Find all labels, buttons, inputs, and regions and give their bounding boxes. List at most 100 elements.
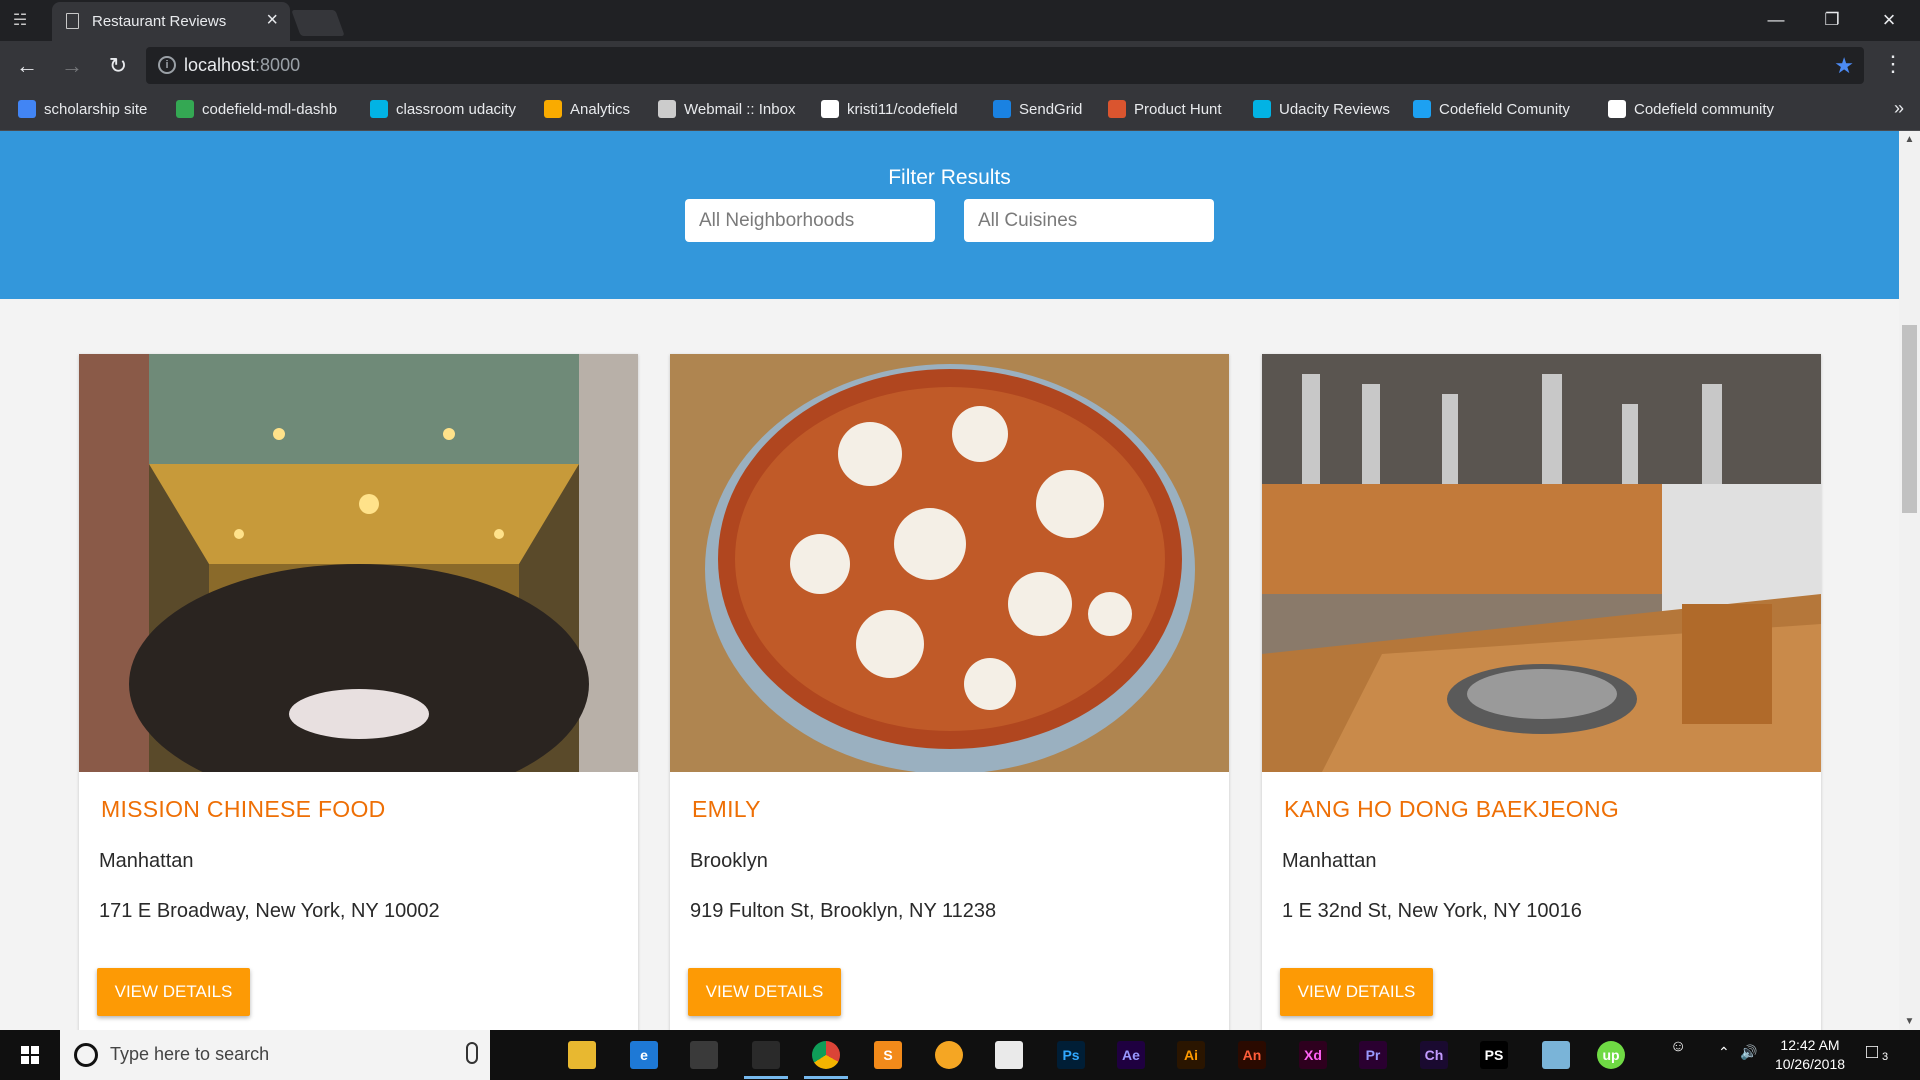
window-close-button[interactable]: × — [1866, 6, 1912, 34]
new-tab-button[interactable] — [291, 10, 345, 36]
browser-titlebar: ☵ Restaurant Reviews × — ❐ × — [0, 0, 1920, 41]
restaurant-name: MISSION CHINESE FOOD — [101, 796, 386, 822]
premiere-icon[interactable]: Pr — [1359, 1041, 1387, 1069]
scroll-thumb[interactable] — [1902, 325, 1917, 513]
notepad-icon[interactable] — [1542, 1041, 1570, 1069]
bookmark-label: classroom udacity — [396, 100, 517, 118]
back-button[interactable]: ← — [12, 51, 42, 81]
restaurant-name: KANG HO DONG BAEKJEONG — [1284, 796, 1620, 822]
cuisines-select[interactable]: All Cuisines — [964, 199, 1214, 242]
filter-section: Filter Results All Neighborhoods All Cui… — [0, 131, 1899, 299]
restaurant-card: KANG HO DONG BAEKJEONG Manhattan 1 E 32n… — [1262, 354, 1821, 1030]
browser-tab[interactable]: Restaurant Reviews × — [52, 2, 290, 41]
bookmark-item[interactable]: Codefield Comunity — [1413, 100, 1570, 118]
bookmark-label: SendGrid — [1019, 100, 1083, 118]
bookmark-label: Analytics — [570, 100, 631, 118]
url-text[interactable]: localhost:8000 — [184, 55, 300, 76]
restaurant-neighborhood: Manhattan — [99, 850, 194, 872]
page-scrollbar[interactable]: ▲ ▼ — [1899, 131, 1920, 1030]
page-viewport: Filter Results All Neighborhoods All Cui… — [0, 131, 1920, 1030]
file-explorer-icon[interactable] — [568, 1041, 596, 1069]
sublime-icon[interactable]: S — [874, 1041, 902, 1069]
upwork-icon[interactable]: up — [1597, 1041, 1625, 1069]
xd-icon[interactable]: Xd — [1299, 1041, 1327, 1069]
animate-icon[interactable]: An — [1238, 1041, 1266, 1069]
illustrator-icon[interactable]: Ai — [1177, 1041, 1205, 1069]
scroll-down-icon[interactable]: ▼ — [1899, 1013, 1920, 1030]
store-icon[interactable] — [690, 1041, 718, 1069]
restaurant-neighborhood: Brooklyn — [690, 850, 768, 872]
bookmark-label: Codefield Comunity — [1439, 100, 1570, 118]
github-icon — [821, 100, 839, 118]
running-indicator — [804, 1076, 848, 1079]
bookmark-item[interactable]: Product Hunt — [1108, 100, 1222, 118]
bookmark-item[interactable]: classroom udacity — [370, 100, 516, 118]
restaurant-card: MISSION CHINESE FOOD Manhattan 171 E Bro… — [79, 354, 638, 1030]
bookmark-item[interactable]: SendGrid — [993, 100, 1082, 118]
bookmark-label: kristi11/codefield — [847, 100, 958, 118]
neighborhoods-select[interactable]: All Neighborhoods — [685, 199, 935, 242]
running-indicator — [744, 1076, 788, 1079]
incognito-icon[interactable]: ☵ — [8, 9, 32, 33]
view-details-button[interactable]: VIEW DETAILS — [97, 968, 250, 1016]
restaurant-name: EMILY — [692, 796, 761, 822]
phpstorm-icon[interactable]: PS — [1480, 1041, 1508, 1069]
analytics-icon — [544, 100, 562, 118]
bookmark-label: Webmail :: Inbox — [684, 100, 796, 118]
start-button[interactable] — [0, 1030, 60, 1080]
taskbar-search[interactable]: Type here to search — [60, 1030, 490, 1080]
task-view-icon[interactable] — [506, 1041, 534, 1069]
git-icon[interactable] — [752, 1041, 780, 1069]
view-details-button[interactable]: VIEW DETAILS — [1280, 968, 1433, 1016]
bookmark-label: scholarship site — [44, 100, 148, 118]
chrome-canary-icon[interactable] — [935, 1041, 963, 1069]
people-icon[interactable]: ☺ — [1670, 1038, 1686, 1056]
edge-icon[interactable]: e — [630, 1041, 658, 1069]
photoshop-icon[interactable]: Ps — [1057, 1041, 1085, 1069]
system-clock[interactable]: 12:42 AM 10/26/2018 — [1755, 1036, 1865, 1074]
chrome-icon[interactable] — [812, 1041, 840, 1069]
reload-button[interactable]: ↻ — [103, 51, 133, 81]
minimize-button[interactable]: — — [1753, 6, 1799, 34]
scroll-up-icon[interactable]: ▲ — [1899, 131, 1920, 148]
bookmark-star-icon[interactable]: ★ — [1834, 53, 1854, 79]
info-icon[interactable]: i — [158, 56, 176, 74]
notification-icon[interactable]: □ 3 — [1866, 1041, 1892, 1067]
udacity-icon — [1253, 100, 1271, 118]
bookmark-item[interactable]: scholarship site — [18, 100, 147, 118]
bookmarks-overflow-icon[interactable]: » — [1894, 98, 1904, 119]
microphone-icon[interactable] — [466, 1042, 478, 1064]
restore-button[interactable]: ❐ — [1809, 6, 1855, 34]
close-icon[interactable]: × — [266, 9, 278, 32]
bookmark-item[interactable]: Analytics — [544, 100, 630, 118]
chevron-up-icon[interactable]: ⌃ — [1718, 1044, 1730, 1061]
character-animator-icon[interactable]: Ch — [1420, 1041, 1448, 1069]
document-icon — [66, 13, 79, 29]
bookmark-item[interactable]: codefield-mdl-dashb — [176, 100, 337, 118]
clock-date: 10/26/2018 — [1774, 1056, 1846, 1072]
bookmark-label: Codefield community — [1634, 100, 1775, 118]
restaurant-address: 1 E 32nd St, New York, NY 10016 — [1282, 900, 1582, 922]
mail-icon — [658, 100, 676, 118]
restaurant-image-kang-ho-dong — [1262, 354, 1821, 772]
mail-icon[interactable] — [995, 1041, 1023, 1069]
after-effects-icon[interactable]: Ae — [1117, 1041, 1145, 1069]
bookmark-label: Product Hunt — [1134, 100, 1222, 118]
address-bar[interactable]: i localhost:8000 ★ — [146, 47, 1864, 84]
menu-icon[interactable]: ⋮ — [1882, 51, 1904, 77]
bookmark-item[interactable]: kristi11/codefield — [821, 100, 958, 118]
check-circle-icon — [176, 100, 194, 118]
sendgrid-icon — [993, 100, 1011, 118]
bookmark-item[interactable]: Udacity Reviews — [1253, 100, 1390, 118]
tab-title: Restaurant Reviews — [92, 13, 227, 30]
calendar-icon — [18, 100, 36, 118]
forward-button[interactable]: → — [57, 51, 87, 81]
bookmark-item[interactable]: Webmail :: Inbox — [658, 100, 795, 118]
udacity-icon — [370, 100, 388, 118]
restaurant-address: 919 Fulton St, Brooklyn, NY 11238 — [690, 900, 997, 922]
view-details-button[interactable]: VIEW DETAILS — [688, 968, 841, 1016]
bookmark-item[interactable]: Codefield community — [1608, 100, 1774, 118]
windows-logo-icon — [21, 1046, 39, 1064]
bookmark-label: Udacity Reviews — [1279, 100, 1390, 118]
search-placeholder: Type here to search — [110, 1044, 270, 1064]
